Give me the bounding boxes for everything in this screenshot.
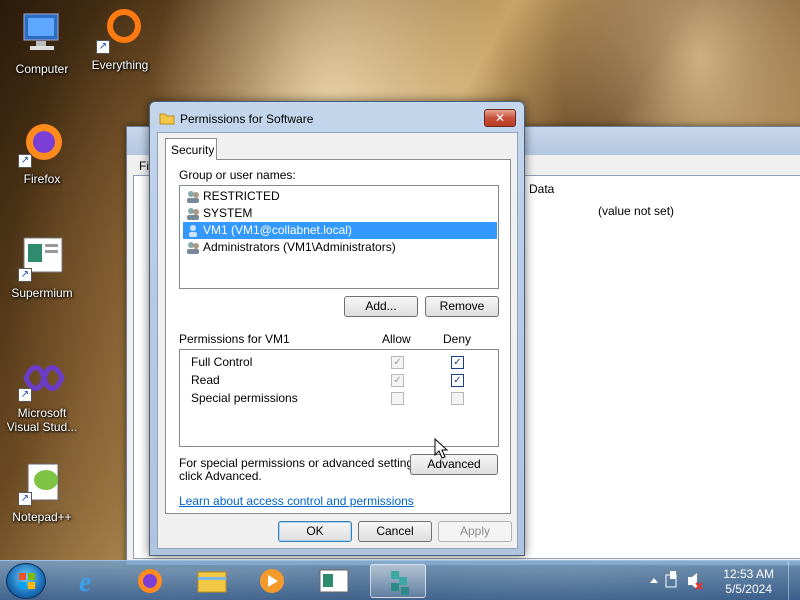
desktop-icon-label: Firefox — [23, 172, 61, 186]
everything-icon: ↗ — [96, 6, 144, 54]
remove-button[interactable]: Remove — [425, 296, 499, 317]
desktop-icon-visual-studio[interactable]: ↗ Microsoft Visual Stud... — [0, 354, 84, 434]
visual-studio-icon: ↗ — [18, 354, 66, 402]
shortcut-arrow-icon: ↗ — [18, 268, 32, 282]
taskbar-file-explorer[interactable] — [184, 564, 240, 598]
ok-button[interactable]: OK — [278, 521, 352, 542]
desktop-icon-label: Computer — [15, 62, 69, 76]
taskbar-registry-editor[interactable] — [370, 564, 426, 598]
taskbar-internet-explorer[interactable]: e — [62, 564, 118, 598]
column-header-data[interactable]: Data — [529, 182, 554, 196]
system-tray: 12:53 AM 5/5/2024 — [640, 561, 800, 600]
firefox-icon — [138, 569, 162, 593]
notepadpp-icon: ↗ — [18, 458, 66, 506]
user-name: VM1 (VM1@collabnet.local) — [203, 223, 352, 237]
start-button[interactable] — [6, 563, 46, 599]
special-deny-checkbox[interactable] — [451, 392, 464, 405]
computer-icon — [18, 10, 66, 58]
allow-header: Allow — [382, 332, 411, 346]
user-name: RESTRICTED — [203, 189, 280, 203]
shortcut-arrow-icon: ↗ — [96, 40, 110, 54]
shortcut-arrow-icon: ↗ — [18, 492, 32, 506]
dialog-client-area: Security Group or user names: RESTRICTED… — [157, 132, 518, 549]
advanced-button[interactable]: Advanced — [410, 454, 498, 475]
permissions-dialog: Permissions for Software ✕ Security Grou… — [149, 101, 525, 556]
read-allow-checkbox[interactable]: ✓ — [391, 374, 404, 387]
desktop-icon-label: Notepad++ — [12, 510, 72, 524]
supermium-icon: ↗ — [18, 234, 66, 282]
taskbar-firefox[interactable] — [122, 564, 178, 598]
list-item[interactable]: SYSTEM — [183, 205, 497, 222]
group-icon — [186, 190, 200, 203]
taskbar: e 12:53 AM 5/5/2024 — [0, 560, 800, 600]
group-icon — [186, 207, 200, 220]
svg-text:e: e — [79, 567, 91, 598]
special-allow-checkbox[interactable] — [391, 392, 404, 405]
desktop-icon-firefox[interactable]: ↗ Firefox — [0, 120, 84, 186]
cancel-button[interactable]: Cancel — [358, 521, 432, 542]
registry-editor-icon — [391, 571, 409, 595]
desktop-icon-notepadpp[interactable]: ↗ Notepad++ — [0, 458, 84, 524]
permission-row-full-control: Full Control — [191, 355, 253, 369]
group-names-label: Group or user names: — [179, 168, 296, 182]
user-name: SYSTEM — [203, 206, 253, 220]
show-hidden-icons-icon — [650, 578, 658, 583]
permission-row-read: Read — [191, 373, 220, 387]
permission-row-special: Special permissions — [191, 391, 298, 405]
apply-button[interactable]: Apply — [438, 521, 512, 542]
dialog-title: Permissions for Software — [180, 112, 314, 126]
mouse-cursor-icon — [434, 437, 449, 463]
media-player-icon — [260, 569, 284, 593]
list-item[interactable]: Administrators (VM1\Administrators) — [183, 239, 497, 256]
folder-icon — [159, 111, 175, 125]
desktop-icon-label: Everything — [91, 58, 149, 72]
click-advanced-text: click Advanced. — [179, 469, 262, 483]
list-item[interactable]: RESTRICTED — [183, 188, 497, 205]
deny-header: Deny — [443, 332, 472, 346]
desktop-icon-label: Microsoft Visual Stud... — [6, 406, 78, 434]
user-icon — [186, 224, 200, 237]
desktop-icon-supermium[interactable]: ↗ Supermium — [0, 234, 84, 300]
internet-explorer-icon: e — [79, 567, 91, 598]
security-tab-panel: Group or user names: RESTRICTED SYSTEM V… — [165, 159, 511, 514]
menu-file-fragment[interactable]: Fi — [139, 159, 149, 173]
add-button[interactable]: Add... — [344, 296, 418, 317]
desktop-icon-label: Supermium — [11, 286, 73, 300]
clock-date: 5/5/2024 — [725, 582, 772, 596]
group-icon — [186, 241, 200, 254]
shortcut-arrow-icon: ↗ — [18, 388, 32, 402]
user-name: Administrators (VM1\Administrators) — [203, 240, 396, 254]
close-button[interactable]: ✕ — [484, 109, 516, 127]
desktop-icon-computer[interactable]: Computer — [0, 10, 84, 76]
firefox-icon: ↗ — [18, 120, 66, 168]
permissions-for-label: Permissions for VM1 — [179, 332, 290, 346]
taskbar-media-player[interactable] — [244, 564, 300, 598]
desktop-icon-everything[interactable]: ↗ Everything — [78, 6, 162, 72]
user-list[interactable]: RESTRICTED SYSTEM VM1 (VM1@collabnet.loc… — [179, 185, 499, 289]
windows-logo-icon — [19, 573, 35, 589]
full-control-deny-checkbox[interactable]: ✓ — [451, 356, 464, 369]
full-control-allow-checkbox[interactable]: ✓ — [391, 356, 404, 369]
access-control-link[interactable]: Learn about access control and permissio… — [179, 494, 414, 508]
permissions-list: Full Control ✓ ✓ Read ✓ ✓ Special permis… — [179, 349, 499, 447]
file-explorer-icon — [197, 571, 227, 593]
list-item[interactable]: VM1 (VM1@collabnet.local) — [183, 222, 497, 239]
shortcut-arrow-icon: ↗ — [18, 154, 32, 168]
special-permissions-text: For special permissions or advanced sett… — [179, 456, 423, 470]
taskbar-supermium[interactable] — [306, 564, 362, 598]
clock-time: 12:53 AM — [723, 567, 774, 581]
read-deny-checkbox[interactable]: ✓ — [451, 374, 464, 387]
clock[interactable]: 12:53 AM 5/5/2024 — [723, 567, 774, 597]
show-desktop-button[interactable] — [788, 561, 800, 600]
tray-icons — [650, 571, 703, 590]
supermium-icon — [319, 569, 349, 593]
tab-security[interactable]: Security — [165, 138, 217, 160]
value-data-cell[interactable]: (value not set) — [598, 204, 674, 218]
